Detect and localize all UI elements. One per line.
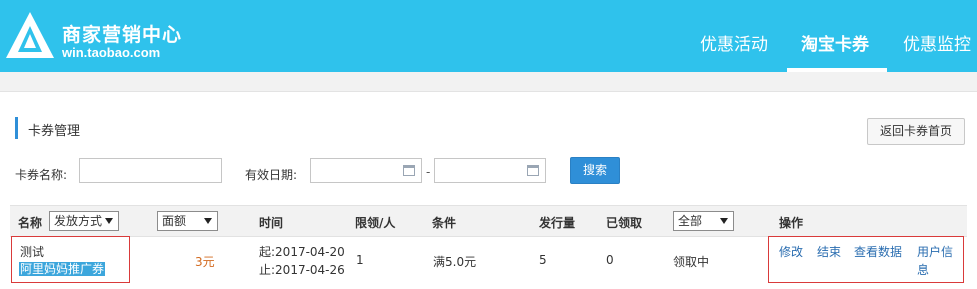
- annotation-box-name: [11, 236, 130, 283]
- coupon-condition: 满5.0元: [433, 255, 477, 269]
- table-header: [10, 205, 967, 237]
- tab-promo-monitor[interactable]: 优惠监控: [903, 30, 971, 55]
- logo-icon: [6, 12, 54, 58]
- coupon-received: 0: [606, 253, 614, 267]
- amount-select[interactable]: 面额: [157, 211, 218, 231]
- status-select[interactable]: 全部: [673, 211, 734, 231]
- valid-date-label: 有效日期:: [245, 168, 298, 182]
- tab-promotions[interactable]: 优惠活动: [700, 30, 768, 55]
- column-time: 时间: [259, 216, 284, 230]
- column-condition: 条件: [432, 216, 457, 230]
- annotation-box-actions: [768, 236, 964, 283]
- coupon-start-date: 起:2017-04-20: [259, 245, 345, 259]
- section-accent-bar: [15, 117, 18, 139]
- coupon-amount: 3元: [195, 255, 215, 269]
- coupon-name-input[interactable]: [79, 158, 222, 183]
- column-actions: 操作: [779, 216, 804, 230]
- brand-title: 商家营销中心: [62, 24, 183, 46]
- coupon-name-label: 卡券名称:: [15, 168, 68, 182]
- status-select-value: 全部: [678, 214, 703, 228]
- calendar-icon[interactable]: [403, 165, 415, 176]
- issue-method-select[interactable]: 发放方式: [49, 211, 119, 231]
- column-limit: 限领/人: [355, 216, 396, 230]
- tab-taobao-coupons[interactable]: 淘宝卡券: [801, 30, 869, 55]
- coupon-end-date: 止:2017-04-26: [259, 263, 345, 277]
- back-to-coupons-home-button[interactable]: 返回卡券首页: [867, 118, 965, 145]
- column-name: 名称: [18, 216, 43, 230]
- amount-select-value: 面额: [162, 214, 187, 228]
- coupon-status: 领取中: [673, 255, 710, 269]
- brand-url: win.taobao.com: [62, 45, 161, 60]
- coupon-issued: 5: [539, 253, 547, 267]
- sub-band: [0, 72, 977, 92]
- dropdown-caret-icon: [105, 218, 113, 224]
- top-header: 商家营销中心 win.taobao.com 优惠活动 淘宝卡券 优惠监控: [0, 0, 977, 72]
- column-issued: 发行量: [539, 216, 576, 230]
- dropdown-caret-icon: [720, 218, 728, 224]
- column-received: 已领取: [606, 216, 643, 230]
- page-title: 卡券管理: [28, 124, 81, 139]
- date-separator: -: [426, 165, 431, 179]
- search-button[interactable]: 搜索: [570, 157, 620, 184]
- dropdown-caret-icon: [204, 218, 212, 224]
- calendar-icon[interactable]: [527, 165, 539, 176]
- coupon-limit: 1: [356, 253, 364, 267]
- issue-method-select-value: 发放方式: [54, 214, 103, 228]
